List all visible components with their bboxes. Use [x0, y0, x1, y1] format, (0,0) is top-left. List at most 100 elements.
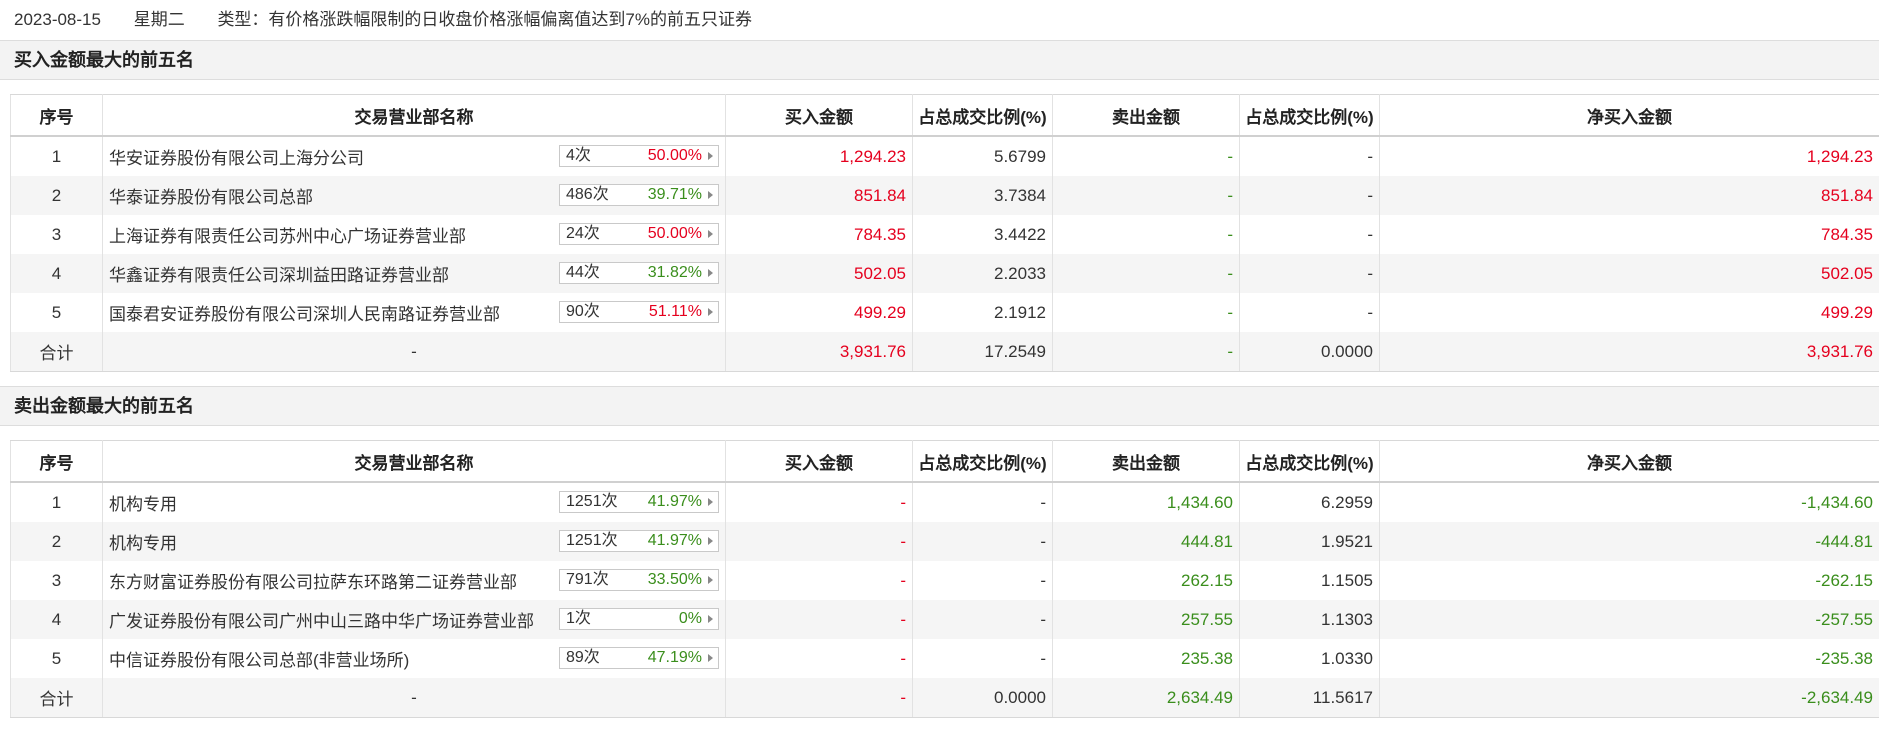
col-sell-amount: 卖出金额 [1052, 440, 1240, 483]
sell-section-title: 卖出金额最大的前五名 [0, 386, 1879, 426]
table-row: 5 中信证券股份有限公司总部(非营业场所) 89次 47.19% - -235.38 1.0… [10, 639, 1879, 678]
branch-name-link[interactable]: 广发证券股份有限公司广州中山三路中华广场证券营业部 [109, 612, 534, 631]
total-sell-amount: - [1052, 332, 1240, 372]
branch-name-link[interactable]: 华鑫证券有限责任公司深圳益田路证券营业部 [109, 266, 449, 285]
total-name: - [102, 678, 726, 718]
sell-ratio: 1.9521 [1239, 522, 1380, 561]
branch-stat-badge[interactable]: 1251次 41.97% [559, 491, 719, 513]
list-type: 类型：有价格涨跌幅限制的日收盘价格涨幅偏离值达到7%的前五只证券 [217, 10, 753, 29]
table-row: 2 华泰证券股份有限公司总部 486次 39.71% 851.84 3.7384- -851… [10, 176, 1879, 215]
buy-amount: - [725, 522, 913, 561]
table-row: 4 华鑫证券有限责任公司深圳益田路证券营业部 44次 31.82% 502.05 2.20… [10, 254, 1879, 293]
row-index: 3 [10, 215, 103, 254]
trade-date: 2023-08-15 [14, 10, 101, 29]
total-row: 合计 -3,931.76 17.2549-0.0000 3,931.76 [10, 332, 1879, 372]
col-index: 序号 [10, 94, 103, 137]
net-amount: -444.81 [1379, 522, 1879, 561]
row-index: 2 [10, 176, 103, 215]
branch-name-link[interactable]: 中信证券股份有限公司总部(非营业场所) [109, 651, 409, 670]
list-count: 90次 [566, 303, 600, 320]
buy-ratio: 2.2033 [912, 254, 1053, 293]
branch-stat-badge[interactable]: 24次 50.00% [559, 223, 719, 245]
sell-ratio: - [1239, 136, 1380, 176]
win-rate: 31.82% [647, 264, 702, 281]
net-amount: 784.35 [1379, 215, 1879, 254]
buy-amount: - [725, 561, 913, 600]
branch-name-link[interactable]: 东方财富证券股份有限公司拉萨东环路第二证券营业部 [109, 573, 517, 592]
net-amount: -257.55 [1379, 600, 1879, 639]
sell-amount: 257.55 [1052, 600, 1240, 639]
row-index: 2 [10, 522, 103, 561]
table-row: 2 机构专用 1251次 41.97% - -444.81 1.9521 -444.81 [10, 522, 1879, 561]
list-count: 24次 [566, 225, 600, 242]
chevron-right-icon [708, 615, 713, 623]
buy-ratio: 3.7384 [912, 176, 1053, 215]
branch-stat-badge[interactable]: 89次 47.19% [559, 647, 719, 669]
chevron-right-icon [708, 191, 713, 199]
sell-ratio: 1.1505 [1239, 561, 1380, 600]
branch-name-link[interactable]: 国泰君安证券股份有限公司深圳人民南路证券营业部 [109, 305, 500, 324]
branch-name-link[interactable]: 华安证券股份有限公司上海分公司 [109, 149, 364, 168]
total-net-amount: -2,634.49 [1379, 678, 1879, 718]
win-rate: 51.11% [648, 303, 702, 320]
col-buy-ratio: 占总成交比例(%) [912, 440, 1053, 483]
branch-stat-badge[interactable]: 44次 31.82% [559, 262, 719, 284]
net-amount: -1,434.60 [1379, 482, 1879, 522]
list-count: 1251次 [566, 493, 618, 510]
total-sell-ratio: 0.0000 [1239, 332, 1380, 372]
branch-stat-badge[interactable]: 1次 0% [559, 608, 719, 630]
branch-name-cell: 东方财富证券股份有限公司拉萨东环路第二证券营业部 791次 33.50% [102, 561, 726, 600]
net-amount: -262.15 [1379, 561, 1879, 600]
chevron-right-icon [708, 537, 713, 545]
total-name: - [102, 332, 726, 372]
sell-table-header: 序号 交易营业部名称 买入金额 占总成交比例(%) 卖出金额 占总成交比例(%)… [10, 440, 1879, 483]
buy-table-body: 1 华安证券股份有限公司上海分公司 4次 50.00% 1,294.23 5.6799- -… [10, 136, 1879, 372]
branch-stat-badge[interactable]: 4次 50.00% [559, 145, 719, 167]
list-count: 4次 [566, 147, 591, 164]
branch-stat-badge[interactable]: 791次 33.50% [559, 569, 719, 591]
branch-name-cell: 华泰证券股份有限公司总部 486次 39.71% [102, 176, 726, 215]
total-buy-ratio: 17.2549 [912, 332, 1053, 372]
list-count: 44次 [566, 264, 600, 281]
buy-amount: 499.29 [725, 293, 913, 332]
branch-name-link[interactable]: 机构专用 [109, 534, 177, 553]
branch-stat-badge[interactable]: 90次 51.11% [559, 301, 719, 323]
branch-name-link[interactable]: 机构专用 [109, 495, 177, 514]
col-buy-amount: 买入金额 [725, 440, 913, 483]
total-sell-ratio: 11.5617 [1239, 678, 1380, 718]
win-rate: 41.97% [647, 493, 702, 510]
buy-amount: 1,294.23 [725, 136, 913, 176]
sell-ratio: - [1239, 176, 1380, 215]
total-net-amount: 3,931.76 [1379, 332, 1879, 372]
branch-stat-badge[interactable]: 1251次 41.97% [559, 530, 719, 552]
buy-ratio: - [912, 639, 1053, 678]
sell-table: 序号 交易营业部名称 买入金额 占总成交比例(%) 卖出金额 占总成交比例(%)… [10, 440, 1879, 718]
net-amount: 499.29 [1379, 293, 1879, 332]
branch-name-link[interactable]: 上海证券有限责任公司苏州中心广场证券营业部 [109, 227, 466, 246]
buy-table-header: 序号 交易营业部名称 买入金额 占总成交比例(%) 卖出金额 占总成交比例(%)… [10, 94, 1879, 137]
total-buy-ratio: 0.0000 [912, 678, 1053, 718]
header-bar: 2023-08-15 星期二 类型：有价格涨跌幅限制的日收盘价格涨幅偏离值达到7… [0, 0, 1879, 40]
branch-name-cell: 上海证券有限责任公司苏州中心广场证券营业部 24次 50.00% [102, 215, 726, 254]
win-rate: 0% [678, 610, 702, 627]
total-buy-amount: - [725, 678, 913, 718]
row-index: 1 [10, 482, 103, 522]
sell-ratio: 6.2959 [1239, 482, 1380, 522]
row-index: 1 [10, 136, 103, 176]
total-sell-amount: 2,634.49 [1052, 678, 1240, 718]
chevron-right-icon [708, 269, 713, 277]
table-row: 5 国泰君安证券股份有限公司深圳人民南路证券营业部 90次 51.11% 499.29 2… [10, 293, 1879, 332]
branch-name-link[interactable]: 华泰证券股份有限公司总部 [109, 188, 313, 207]
table-row: 3 东方财富证券股份有限公司拉萨东环路第二证券营业部 791次 33.50% - -262… [10, 561, 1879, 600]
buy-ratio: 5.6799 [912, 136, 1053, 176]
total-label: 合计 [10, 332, 103, 372]
branch-stat-badge[interactable]: 486次 39.71% [559, 184, 719, 206]
total-buy-amount: 3,931.76 [725, 332, 913, 372]
weekday: 星期二 [133, 10, 185, 29]
buy-amount: - [725, 600, 913, 639]
sell-ratio: - [1239, 254, 1380, 293]
sell-table-body: 1 机构专用 1251次 41.97% - -1,434.60 6.2959 -1,434.6… [10, 482, 1879, 718]
list-count: 1次 [566, 610, 591, 627]
col-branch-name: 交易营业部名称 [102, 440, 726, 483]
buy-ratio: - [912, 522, 1053, 561]
